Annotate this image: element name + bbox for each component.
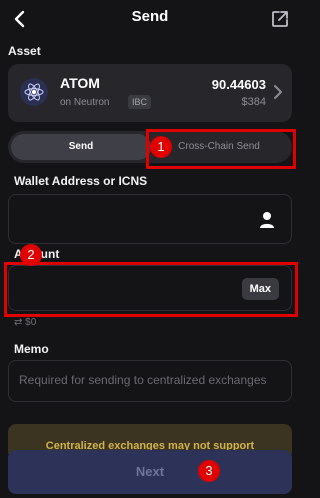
annotation-box-2 bbox=[4, 262, 298, 317]
recipient-label: Wallet Address or ICNS bbox=[14, 174, 148, 188]
next-button[interactable]: Next bbox=[8, 450, 292, 494]
fiat-toggle[interactable]: ⇄ $0 bbox=[14, 317, 36, 328]
swap-arrows-icon: ⇄ bbox=[14, 317, 23, 328]
page-title: Send bbox=[131, 8, 169, 25]
external-link-icon[interactable] bbox=[270, 9, 290, 29]
atom-logo-icon bbox=[20, 78, 48, 106]
annotation-number-1: 1 bbox=[150, 136, 172, 158]
asset-network: on Neutron bbox=[60, 97, 110, 108]
asset-selector[interactable]: ATOM on Neutron IBC 90.44603 $384 bbox=[8, 64, 292, 122]
annotation-number-2: 2 bbox=[20, 244, 42, 266]
memo-placeholder: Required for sending to centralized exch… bbox=[19, 373, 267, 387]
asset-symbol: ATOM bbox=[60, 75, 100, 91]
ibc-badge: IBC bbox=[128, 95, 152, 109]
tab-send[interactable]: Send bbox=[11, 134, 151, 160]
address-book-icon[interactable] bbox=[259, 211, 275, 229]
amount-fiat-equivalent: $0 bbox=[25, 317, 37, 328]
memo-label: Memo bbox=[14, 342, 49, 356]
recipient-input[interactable] bbox=[8, 194, 292, 244]
memo-input[interactable]: Required for sending to centralized exch… bbox=[8, 360, 292, 402]
chevron-right-icon bbox=[272, 84, 284, 100]
asset-label: Asset bbox=[8, 44, 41, 58]
annotation-number-3: 3 bbox=[198, 460, 220, 482]
asset-fiat-value: $384 bbox=[241, 96, 266, 108]
asset-balance: 90.44603 bbox=[211, 77, 266, 92]
